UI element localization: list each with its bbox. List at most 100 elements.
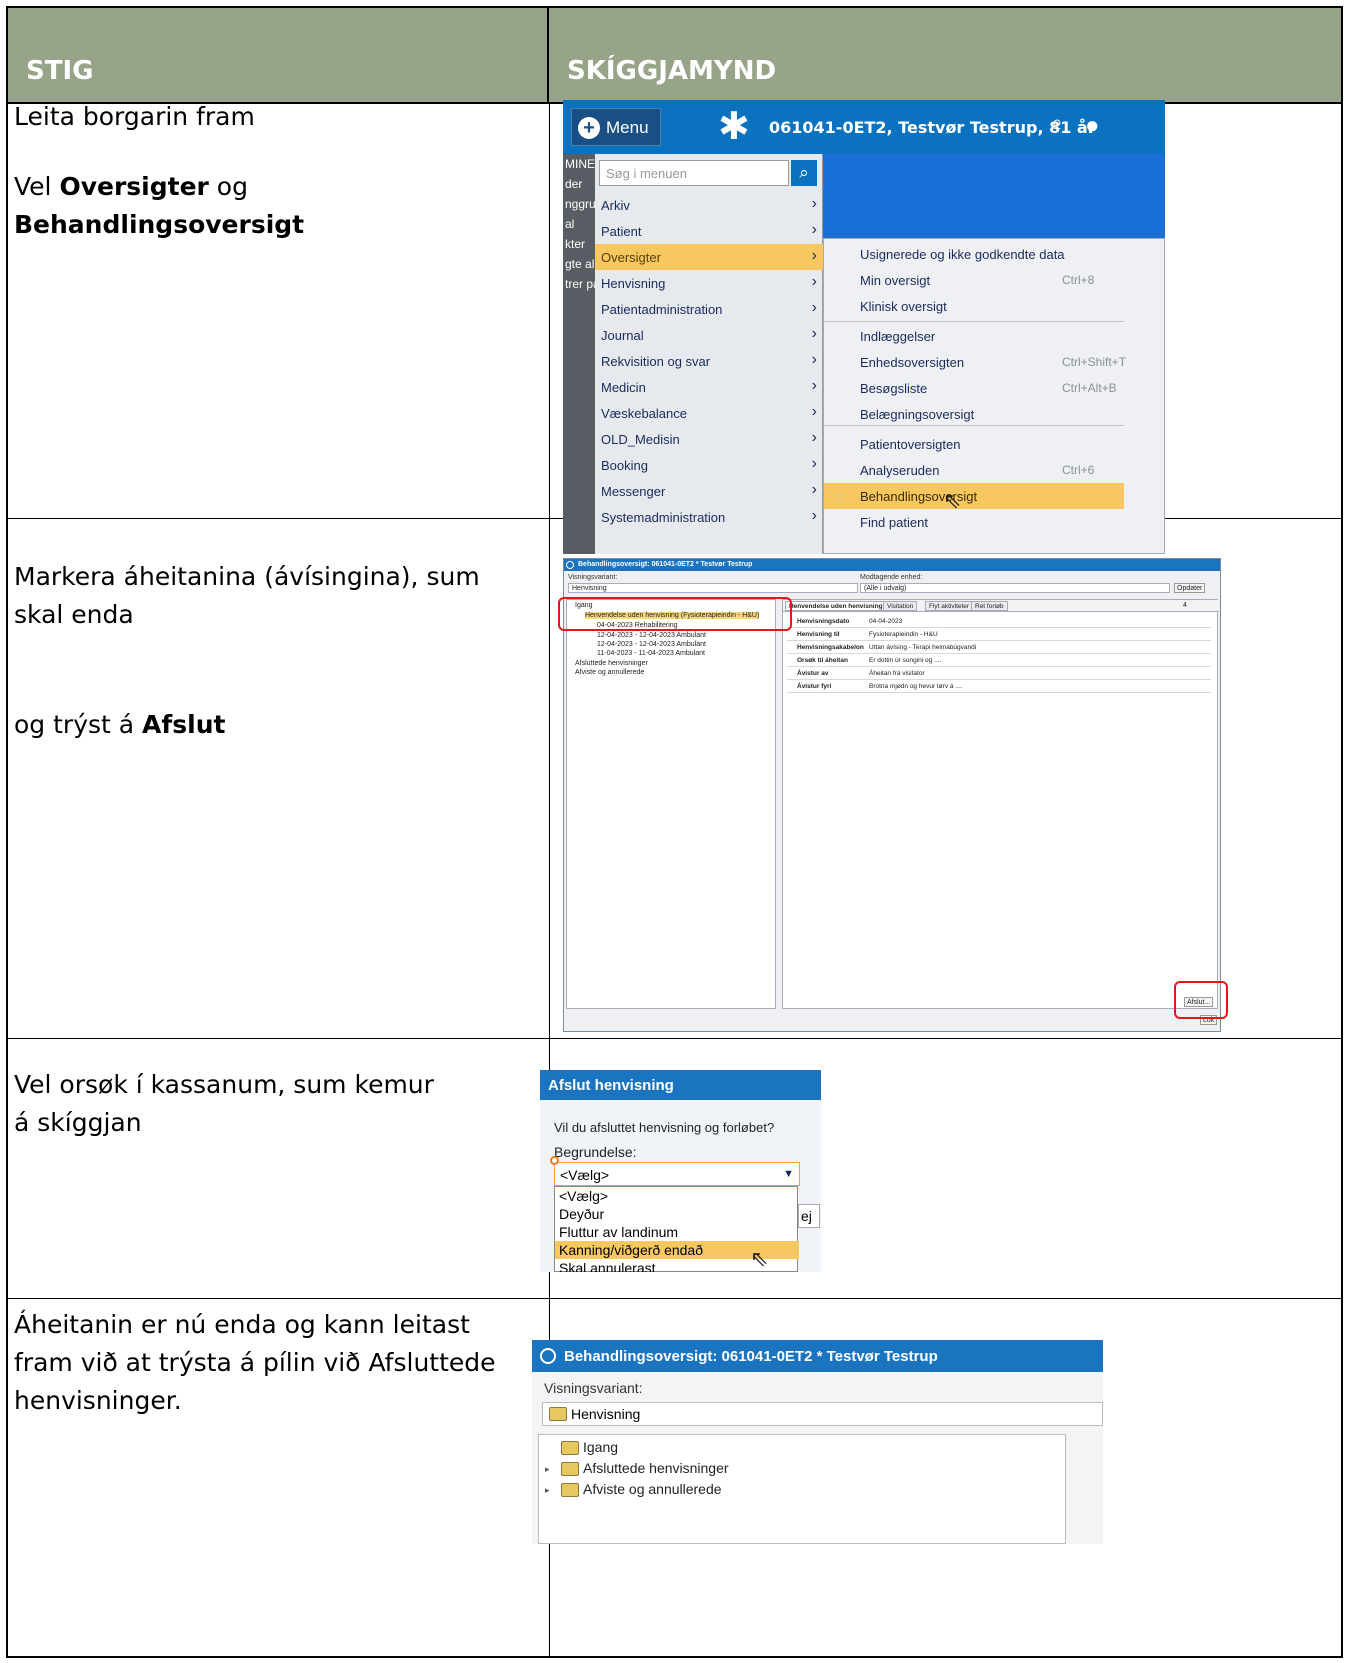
step-1-instruction: Vel Oversigter og Behandlingsoversigt [14, 172, 305, 239]
menu-item[interactable]: Systemadministration › [595, 504, 823, 530]
submenu-item[interactable]: Belægningsoversigt [824, 401, 1124, 427]
menu-item[interactable]: Rekvisition og svar › [595, 348, 823, 374]
window-title: Behandlingsoversigt: 061041-0ET2 * Testv… [564, 559, 1220, 571]
tree-node[interactable]: Afsluttede henvisninger [583, 1460, 729, 1476]
submenu-item[interactable]: Find patient [824, 509, 1124, 535]
menu-item[interactable]: Væskebalance › [595, 400, 823, 426]
user-icon[interactable]: ● [1085, 112, 1100, 140]
shortcut-label: Ctrl+Alt+B [1062, 381, 1117, 395]
tab[interactable]: Ret forløb [971, 601, 1008, 611]
tree-node[interactable]: Igang [583, 1439, 618, 1455]
row-divider [8, 1038, 1341, 1039]
tree-node[interactable]: Afviste og annullerede [583, 1481, 722, 1497]
tree-node[interactable]: Afviste og annullerede [575, 669, 644, 676]
modtagende-enhed-select[interactable]: (Alle i udvalg) [860, 583, 1170, 593]
favorite-star-icon[interactable]: ☆ [832, 487, 846, 507]
begrundelse-select[interactable]: <Vælg> ▼ [554, 1162, 800, 1186]
mouse-cursor-icon: ⇖ [943, 488, 962, 513]
dialog-question: Vil du afsluttet henvisning og forløbet? [554, 1120, 775, 1135]
dropdown-option[interactable]: <Vælg> [555, 1187, 799, 1205]
detail-key: Ávístur fyri [797, 683, 832, 690]
menu-item[interactable]: Henvisning › [595, 270, 823, 296]
tab[interactable]: Henvendelse uden henvisning [785, 601, 887, 611]
tree-node[interactable]: 12-04-2023 - 12-04-2023 Ambulant [597, 641, 706, 648]
screenshot-menu: + Menu ✱ 061041-0ET2, Testvør Testrup, 8… [563, 100, 1165, 554]
visningsvariant-select[interactable]: Henvisning [568, 583, 858, 593]
detail-key: Ávístur av [797, 670, 829, 677]
expand-arrow-icon[interactable]: ▸ [545, 1485, 550, 1496]
menu-item[interactable]: Oversigter › [595, 244, 823, 270]
detail-row: Henvisningsakabelon Uttan ávísing - Terap… [787, 642, 1211, 654]
step-3-text: Vel orsøk í kassanum, sum kemur á skíggj… [14, 1070, 434, 1137]
tree-node[interactable]: 11-04-2023 - 11-04-2023 Ambulant [597, 650, 705, 657]
submenu-item[interactable]: Min oversigt Ctrl+8 [824, 267, 1124, 293]
dialog-title: Afslut henvisning [540, 1070, 821, 1100]
submenu-item-label: Min oversigt [860, 273, 931, 288]
gender-icon[interactable]: ♀ [1048, 112, 1066, 140]
submenu-item[interactable]: Klinisk oversigt [824, 293, 1124, 319]
submenu-item-label: Besøgsliste [860, 381, 928, 396]
menu-item[interactable]: Booking › [595, 452, 823, 478]
app-icon [566, 561, 574, 569]
menu-item[interactable]: OLD_Medisin › [595, 426, 823, 452]
menu-item[interactable]: Patient › [595, 218, 823, 244]
nej-button[interactable]: ej [798, 1204, 820, 1228]
step-2-text: Markera áheitanina (ávísingina), sum ska… [14, 562, 480, 739]
expand-arrow-icon[interactable]: ▸ [545, 1464, 550, 1475]
tree-node[interactable]: 12-04-2023 - 12-04-2023 Ambulant [597, 632, 706, 639]
menu-item-label: Messenger [601, 484, 666, 499]
submenu-item[interactable]: Enhedsoversigten Ctrl+Shift+T [824, 349, 1126, 375]
opdater-button[interactable]: Opdater [1174, 583, 1206, 593]
main-menu: Søg i menuen ⌕ Arkiv › Patient › Oversigter ›… [595, 154, 823, 554]
search-icon[interactable]: ⌕ [791, 160, 817, 186]
referral-icon [549, 1407, 567, 1421]
referral-tree: Igang ▸ Afsluttede henvisninger ▸ Afviste og… [538, 1434, 1066, 1544]
submenu-item-label: Indlæggelser [860, 329, 936, 344]
tree-node[interactable]: Afsluttede henvisninger [575, 660, 648, 667]
visningsvariant-select[interactable]: Henvisning [542, 1402, 1103, 1426]
menu-item-label: Journal [601, 328, 644, 343]
afslut-bold: Afslut [142, 710, 226, 739]
tab[interactable]: Visitation [883, 601, 918, 611]
row-divider [8, 1298, 1341, 1299]
chevron-right-icon: › [811, 299, 817, 316]
chevron-right-icon: › [811, 429, 817, 446]
submenu-item[interactable]: Patientoversigten [824, 431, 1124, 457]
referral-icon [561, 1483, 579, 1497]
submenu-item[interactable]: Behandlingsoversigt ☆ [824, 483, 1124, 509]
window-title: Behandlingsoversigt: 061041-0ET2 * Testv… [532, 1340, 1103, 1372]
medical-star-icon: ✱ [718, 106, 750, 148]
plus-icon: + [578, 117, 600, 139]
menu-item[interactable]: Messenger › [595, 478, 823, 504]
referral-tree: Igang Henvendelse uden henvisning (Fysiot… [566, 599, 776, 1009]
detail-key: Orsøk til áheitan [797, 657, 848, 664]
menu-item[interactable]: Medicin › [595, 374, 823, 400]
detail-row: Henvisningsdato 04-04-2023 [787, 616, 1211, 628]
tab[interactable]: Flyt aktiviteter [925, 601, 974, 611]
detail-value: Er dottin úr songini og .... [869, 657, 942, 664]
submenu-item[interactable]: Indlæggelser [824, 323, 1124, 349]
menu-item[interactable]: Arkiv › [595, 192, 823, 218]
left-fragment: kter [565, 237, 586, 251]
shortcut-label: Ctrl+8 [1062, 273, 1095, 287]
dropdown-option[interactable]: Fluttur av landinum [555, 1223, 799, 1241]
menu-item-label: Henvisning [601, 276, 666, 291]
menu-item-label: OLD_Medisin [601, 432, 680, 447]
menu-item-label: Medicin [601, 380, 646, 395]
submenu-item[interactable]: Besøgsliste Ctrl+Alt+B [824, 375, 1124, 401]
chevron-right-icon: › [811, 481, 817, 498]
detail-row: Ávístur av Áheitan frá visitator [787, 668, 1211, 680]
detail-row: Orsøk til áheitan Er dottin úr songini og… [787, 655, 1211, 667]
detail-row: Henvisning til Fysioterapieindin - H&U [787, 629, 1211, 641]
menu-item[interactable]: Patientadministration › [595, 296, 823, 322]
menu-button[interactable]: + Menu [571, 108, 661, 146]
detail-panel: Henvendelse uden henvisning Visitation Fly… [782, 599, 1219, 1009]
count-badge: 4 [1183, 602, 1187, 609]
step-1-text: Leita borgarin fram Vel Oversigter og Be… [14, 98, 534, 244]
dropdown-option[interactable]: Deyður [555, 1205, 799, 1223]
menu-item-label: Rekvisition og svar [601, 354, 711, 369]
submenu-item[interactable]: Analyseruden Ctrl+6 [824, 457, 1124, 483]
menu-item[interactable]: Journal › [595, 322, 823, 348]
submenu-item[interactable]: Usignerede og ikke godkendte data [824, 241, 1124, 267]
menu-search-input[interactable]: Søg i menuen [599, 160, 789, 186]
